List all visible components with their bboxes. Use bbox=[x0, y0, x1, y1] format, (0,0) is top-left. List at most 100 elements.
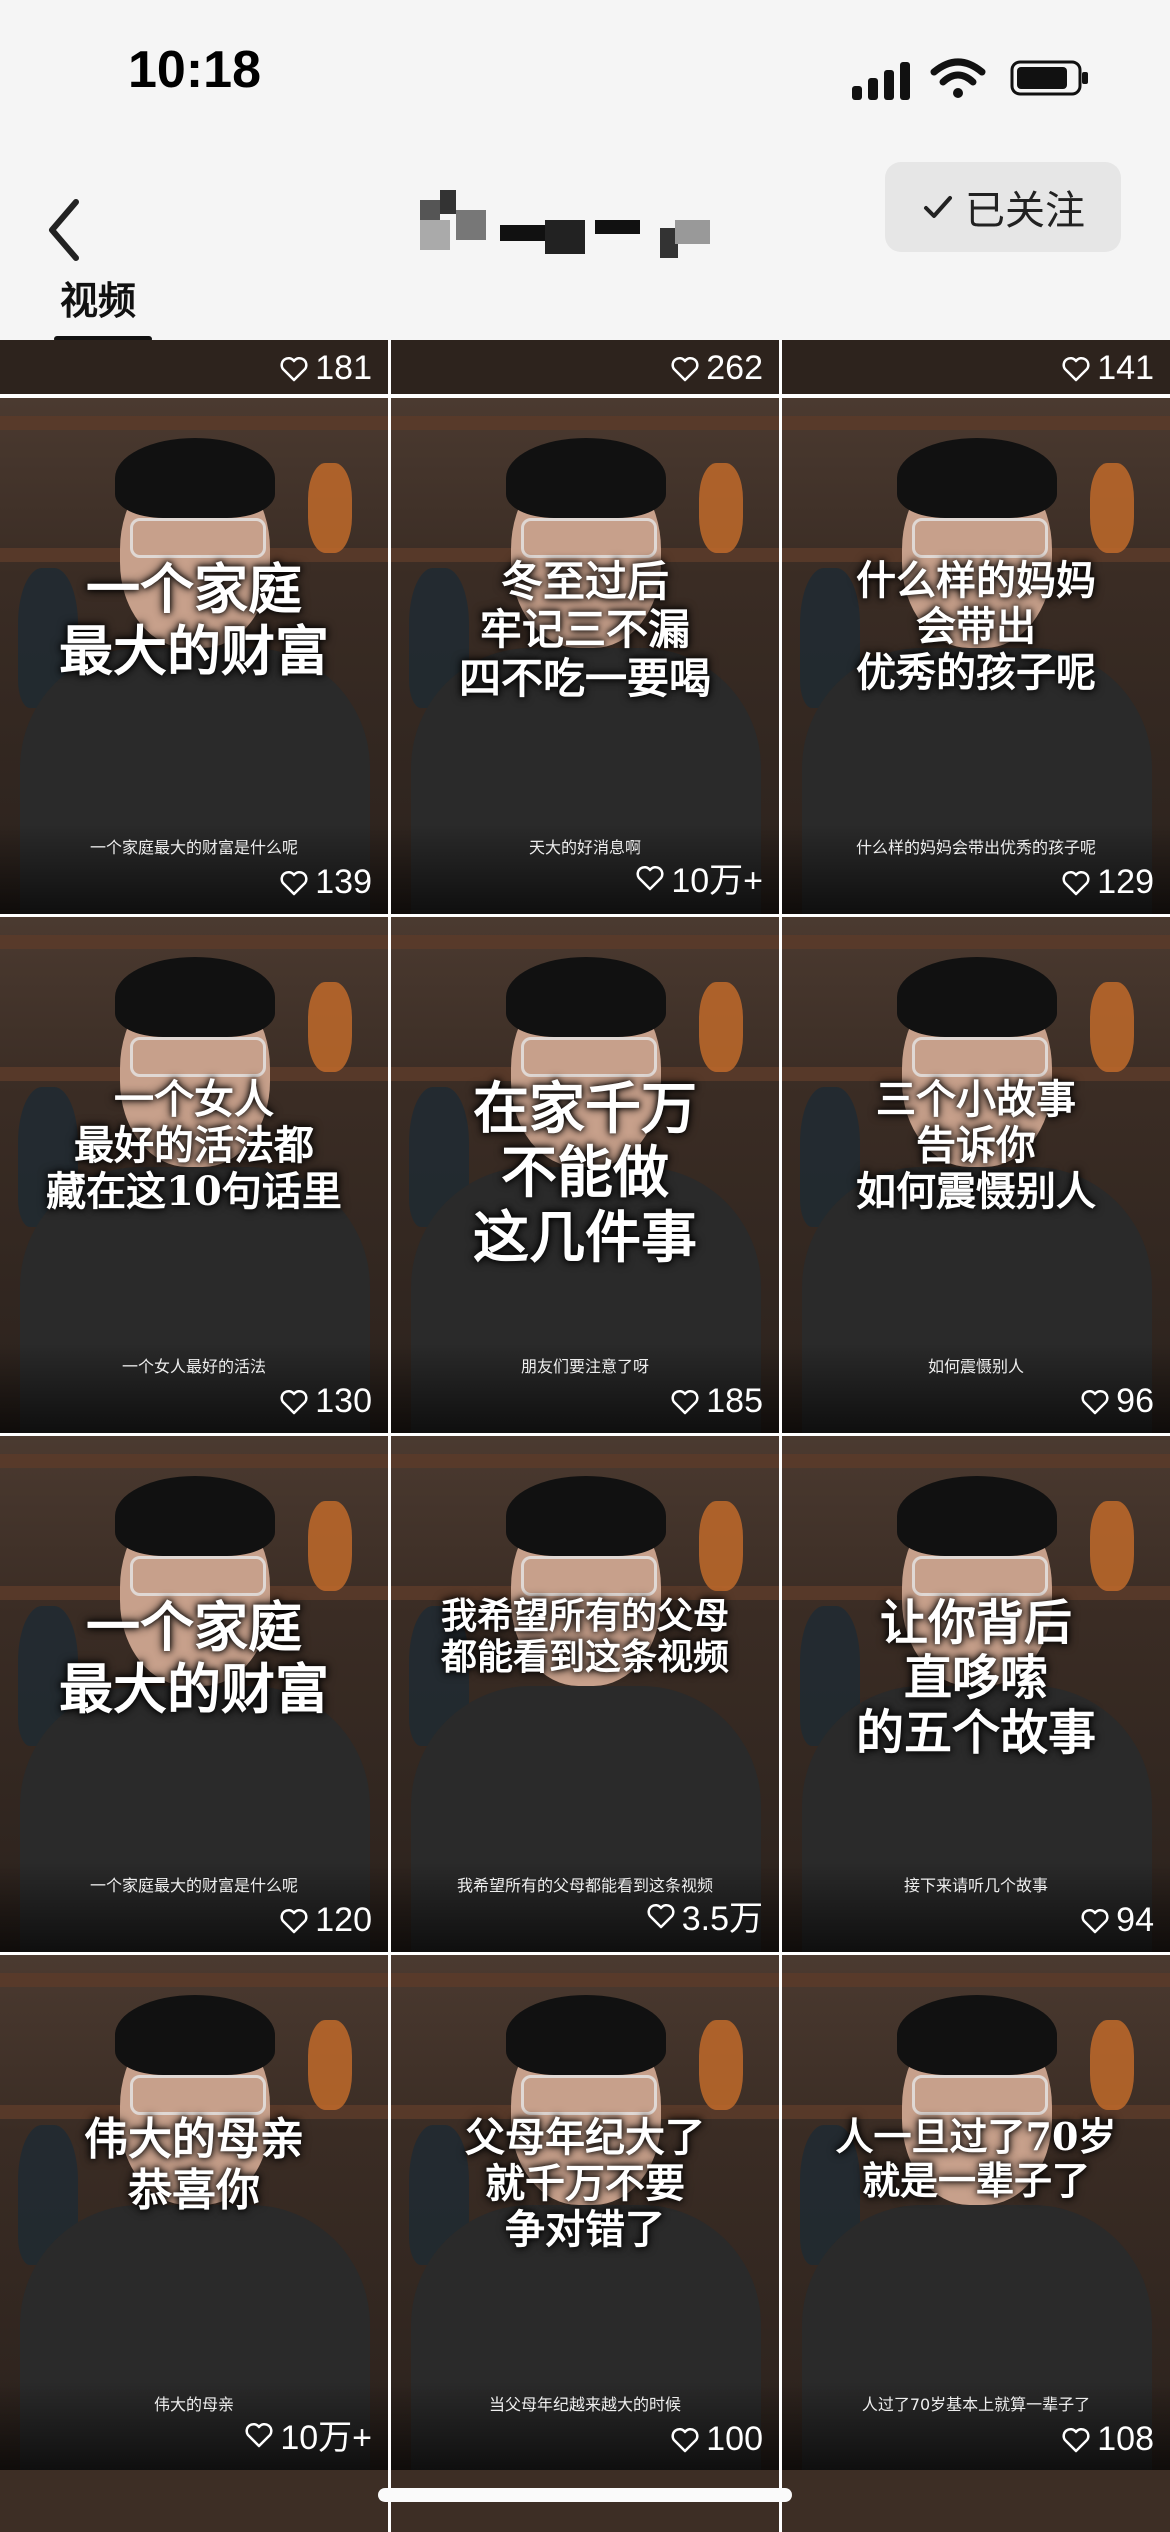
video-card[interactable]: 一个家庭 最大的财富 一个家庭最大的财富是什么呢 120 bbox=[0, 1436, 388, 1952]
presenter-glasses bbox=[912, 518, 1048, 558]
heart-icon bbox=[636, 865, 664, 890]
video-title-overlay: 一个家庭 最大的财富 bbox=[59, 557, 329, 684]
presenter-hair bbox=[897, 1476, 1057, 1556]
like-count: 130 bbox=[279, 1382, 372, 1421]
like-count: 120 bbox=[279, 1901, 372, 1940]
video-card[interactable]: 我希望所有的父母 都能看到这条视频 我希望所有的父母都能看到这条视频 3.5万 bbox=[391, 1436, 779, 1952]
heart-icon bbox=[671, 356, 699, 381]
presenter-hair bbox=[115, 1476, 275, 1556]
presenter-glasses bbox=[912, 1037, 1048, 1077]
shelf-decor bbox=[391, 1973, 779, 1987]
status-time: 10:18 bbox=[128, 41, 261, 99]
shelf-decor bbox=[782, 935, 1170, 949]
video-title-overlay: 在家千万 不能做 这几件事 bbox=[473, 1076, 697, 1271]
presenter-glasses bbox=[912, 2075, 1048, 2115]
like-count-value: 100 bbox=[706, 2420, 763, 2458]
heart-icon bbox=[1062, 356, 1090, 381]
like-count: 108 bbox=[1061, 2420, 1154, 2459]
heart-icon bbox=[280, 1389, 308, 1414]
video-caption: 如何震慑别人 bbox=[927, 1357, 1024, 1376]
presenter-glasses bbox=[130, 1037, 266, 1077]
profile-header: 已关注 视频 bbox=[0, 150, 1170, 342]
presenter-hair bbox=[506, 1995, 666, 2075]
presenter-glasses bbox=[521, 2075, 657, 2115]
home-indicator bbox=[378, 2488, 792, 2502]
ornament-decor bbox=[699, 982, 743, 1072]
like-count: 185 bbox=[670, 1382, 763, 1421]
like-count-value: 130 bbox=[315, 1382, 372, 1420]
heart-icon bbox=[1062, 2427, 1090, 2452]
video-card[interactable]: 伟大的母亲 恭喜你 伟大的母亲 10万+ bbox=[0, 1955, 388, 2471]
like-count-value: 96 bbox=[1116, 1382, 1154, 1420]
shelf-decor bbox=[391, 1454, 779, 1468]
video-card-partial[interactable] bbox=[0, 2470, 388, 2532]
like-count: 100 bbox=[670, 2420, 763, 2459]
video-card[interactable]: 什么样的妈妈 会带出 优秀的孩子呢 什么样的妈妈会带出优秀的孩子呢 129 bbox=[782, 398, 1170, 914]
shelf-decor bbox=[391, 416, 779, 430]
follow-label: 已关注 bbox=[965, 188, 1085, 234]
like-count: 94 bbox=[1080, 1901, 1154, 1940]
chevron-left-icon[interactable] bbox=[40, 190, 90, 270]
shelf-decor bbox=[0, 935, 388, 949]
shelf-decor bbox=[782, 416, 1170, 430]
like-count-value: 108 bbox=[1097, 2420, 1154, 2458]
video-card-partial[interactable]: 141 bbox=[782, 340, 1170, 394]
video-caption: 一个家庭最大的财富是什么呢 bbox=[89, 1876, 298, 1895]
video-card[interactable]: 冬至过后 牢记三不漏 四不吃一要喝 天大的好消息啊 10万+ bbox=[391, 398, 779, 914]
checkmark-icon bbox=[924, 196, 952, 218]
wifi-icon bbox=[930, 58, 986, 98]
heart-icon bbox=[280, 1908, 308, 1933]
video-title-overlay: 让你背后 直哆嗦 的五个故事 bbox=[855, 1595, 1096, 1762]
presenter-hair bbox=[506, 1476, 666, 1556]
heart-icon bbox=[1081, 1389, 1109, 1414]
shelf-decor bbox=[782, 1454, 1170, 1468]
ornament-decor bbox=[699, 2020, 743, 2110]
heart-icon bbox=[671, 1389, 699, 1414]
presenter-hair bbox=[115, 438, 275, 518]
tab-videos[interactable]: 视频 bbox=[60, 270, 136, 325]
video-card[interactable]: 父母年纪大了 就千万不要 争对错了 当父母年纪越来越大的时候 100 bbox=[391, 1955, 779, 2471]
video-card-partial[interactable] bbox=[782, 2470, 1170, 2532]
video-caption: 当父母年纪越来越大的时候 bbox=[488, 2395, 681, 2414]
ornament-decor bbox=[699, 463, 743, 553]
presenter-glasses bbox=[521, 1556, 657, 1596]
like-count-value: 129 bbox=[1097, 863, 1154, 901]
heart-icon bbox=[245, 2422, 273, 2447]
presenter-hair bbox=[506, 957, 666, 1037]
video-card[interactable]: 人一旦过了70岁 就是一辈子了 人过了70岁基本上就算一辈子了 108 bbox=[782, 1955, 1170, 2471]
heart-icon bbox=[280, 870, 308, 895]
video-card[interactable]: 在家千万 不能做 这几件事 朋友们要注意了呀 185 bbox=[391, 917, 779, 1433]
video-title-overlay: 冬至过后 牢记三不漏 四不吃一要喝 bbox=[458, 557, 711, 703]
video-title-overlay: 三个小故事 告诉你 如何震慑别人 bbox=[856, 1076, 1096, 1215]
video-caption: 人过了70岁基本上就算一辈子了 bbox=[861, 2395, 1091, 2414]
like-count-value: 3.5万 bbox=[681, 1900, 763, 1938]
ornament-decor bbox=[1090, 2020, 1134, 2110]
follow-button[interactable]: 已关注 bbox=[885, 162, 1121, 252]
presenter-hair bbox=[897, 1995, 1057, 2075]
presenter-hair bbox=[506, 438, 666, 518]
video-card-partial[interactable]: 181 bbox=[0, 340, 388, 394]
shelf-decor bbox=[0, 1454, 388, 1468]
battery-icon bbox=[1010, 60, 1088, 96]
video-card[interactable]: 让你背后 直哆嗦 的五个故事 接下来请听几个故事 94 bbox=[782, 1436, 1170, 1952]
video-title-overlay: 父母年纪大了 就千万不要 争对错了 bbox=[465, 2114, 705, 2253]
like-count: 181 bbox=[279, 349, 372, 388]
like-count-value: 10万+ bbox=[280, 2419, 372, 2457]
presenter-hair bbox=[115, 1995, 275, 2075]
like-count-value: 139 bbox=[315, 863, 372, 901]
like-count-value: 10万+ bbox=[671, 862, 763, 900]
ornament-decor bbox=[308, 463, 352, 553]
shelf-decor bbox=[0, 416, 388, 430]
heart-icon bbox=[1081, 1908, 1109, 1933]
heart-icon bbox=[280, 356, 308, 381]
heart-icon bbox=[671, 2427, 699, 2452]
video-title-overlay: 一个女人 最好的活法都 藏在这10句话里 bbox=[46, 1076, 342, 1215]
video-card[interactable]: 三个小故事 告诉你 如何震慑别人 如何震慑别人 96 bbox=[782, 917, 1170, 1433]
video-title-overlay: 人一旦过了70岁 就是一辈子了 bbox=[835, 2114, 1117, 2203]
video-title-overlay: 我希望所有的父母 都能看到这条视频 bbox=[440, 1595, 729, 1679]
like-count: 141 bbox=[1061, 349, 1154, 388]
video-card[interactable]: 一个家庭 最大的财富 一个家庭最大的财富是什么呢 139 bbox=[0, 398, 388, 914]
presenter-glasses bbox=[521, 1037, 657, 1077]
video-card-partial[interactable]: 262 bbox=[391, 340, 779, 394]
video-card[interactable]: 一个女人 最好的活法都 藏在这10句话里 一个女人最好的活法 130 bbox=[0, 917, 388, 1433]
